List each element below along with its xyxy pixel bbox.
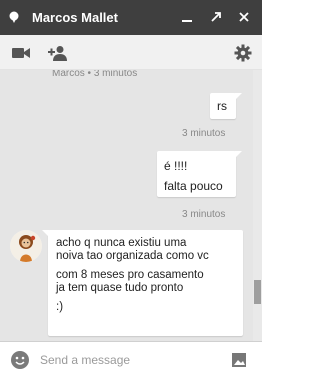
outgoing-message: rs <box>210 93 242 119</box>
scrollbar-track[interactable] <box>253 70 262 341</box>
message-text: rs <box>217 99 227 113</box>
close-icon <box>239 12 249 22</box>
message-text: noiva tao organizada como vc <box>56 250 209 262</box>
message-input[interactable] <box>40 350 220 370</box>
close-button[interactable] <box>235 8 253 26</box>
avatar-image <box>10 230 42 262</box>
popout-button[interactable] <box>207 8 225 26</box>
chat-titlebar[interactable]: Marcos Mallet <box>0 0 262 35</box>
chat-title[interactable]: Marcos Mallet <box>32 10 118 25</box>
message-text: é !!!! <box>164 159 188 173</box>
bubble-tail <box>42 230 49 237</box>
status-icon <box>9 11 19 23</box>
emoji-icon[interactable] <box>10 350 30 370</box>
bubble-tail <box>235 93 242 100</box>
scrollbar-thumb[interactable] <box>254 280 261 304</box>
popout-icon <box>211 12 221 22</box>
incoming-message: acho q nunca existiu uma noiva tao organ… <box>42 230 243 336</box>
message-time: 3 minutos <box>182 128 226 139</box>
minimize-button[interactable] <box>178 8 196 26</box>
avatar[interactable] <box>10 230 42 262</box>
minimize-icon <box>182 20 192 22</box>
message-list[interactable]: Marcos • 3 minutos rs 3 minutos é !!!! f… <box>0 70 262 341</box>
add-person-icon <box>48 46 67 61</box>
settings-button[interactable] <box>233 44 253 62</box>
message-text: falta pouco <box>164 179 223 193</box>
message-text: ja tem quase tudo pronto <box>56 282 184 294</box>
outgoing-message: é !!!! falta pouco <box>157 151 242 197</box>
add-person-button[interactable] <box>46 44 70 62</box>
message-text: acho q nunca existiu uma <box>56 237 187 249</box>
video-call-icon <box>12 48 30 58</box>
message-meta: Marcos • 3 minutos <box>52 70 138 79</box>
bubble-tail <box>235 151 242 158</box>
message-text: :) <box>56 301 64 313</box>
chat-toolbar <box>0 35 262 70</box>
gear-icon <box>234 44 252 62</box>
composer <box>0 341 262 378</box>
image-icon[interactable] <box>231 352 247 368</box>
message-time: 3 minutos <box>182 209 226 220</box>
video-call-button[interactable] <box>10 44 32 62</box>
message-text: com 8 meses pro casamento <box>56 269 204 281</box>
